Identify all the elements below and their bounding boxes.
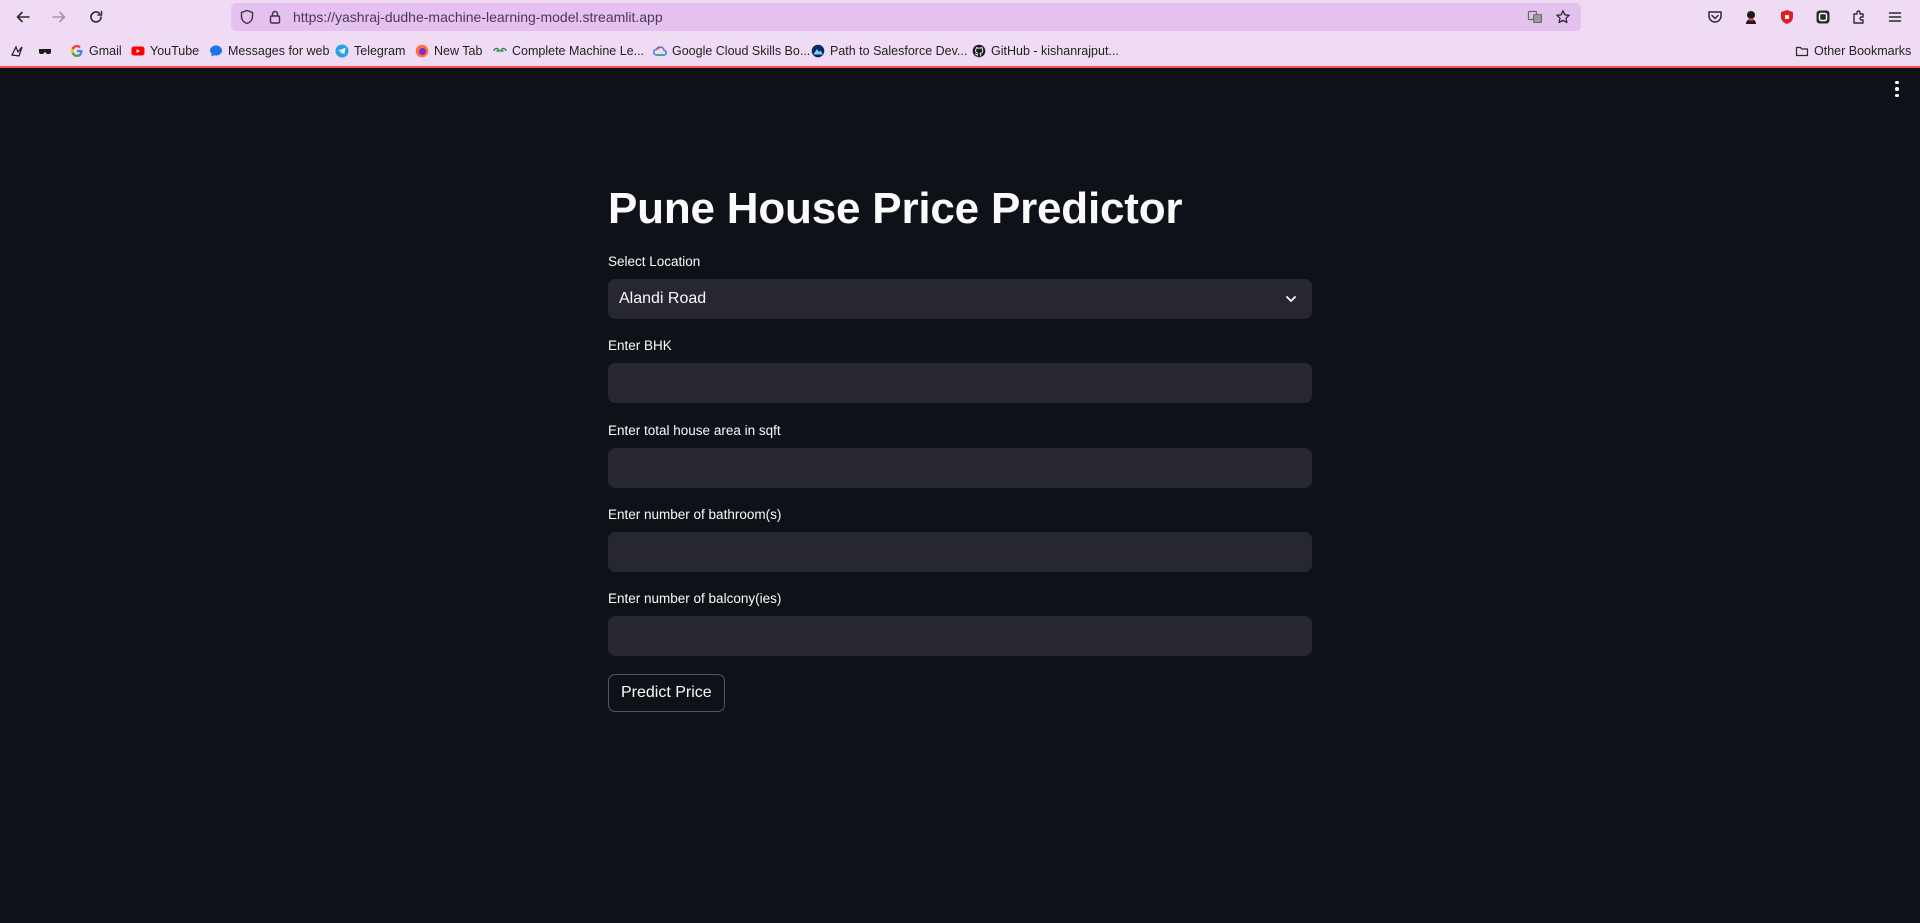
area-label: Enter total house area in sqft: [608, 423, 781, 438]
other-bookmarks[interactable]: Other Bookmarks: [1795, 41, 1911, 61]
bookmark-label: YouTube: [150, 44, 200, 58]
red-shield-extension-icon: [1781, 10, 1793, 24]
balconies-label: Enter number of balcony(ies): [608, 591, 782, 606]
navigation-toolbar: https://yashraj-dudhe-machine-learning-m…: [0, 0, 1920, 34]
back-button[interactable]: [11, 5, 35, 29]
telegram-icon: [335, 44, 349, 58]
bookmarks-toolbar: Gmail YouTube Messages for web Telegram …: [0, 38, 1920, 64]
bookmark-gmail[interactable]: Gmail: [70, 41, 122, 61]
bookmark-messages[interactable]: Messages for web: [209, 41, 329, 61]
area-field-container: [608, 448, 1312, 488]
google-g-icon: [71, 45, 83, 57]
trailhead-icon: [811, 44, 825, 58]
url-text[interactable]: https://yashraj-dudhe-machine-learning-m…: [293, 9, 663, 25]
bhk-label: Enter BHK: [608, 338, 672, 353]
bhk-field-container: [608, 363, 1312, 403]
puzzle-piece-icon: [1853, 10, 1864, 24]
balconies-input[interactable]: [608, 616, 1312, 656]
predict-price-button[interactable]: Predict Price: [608, 674, 725, 712]
bookmark-label: New Tab: [434, 44, 483, 58]
bookmark-mask[interactable]: [38, 41, 57, 61]
reload-icon: [90, 10, 103, 23]
tracking-protection-shield-icon[interactable]: [239, 9, 255, 25]
bhk-input[interactable]: [608, 363, 1312, 403]
bookmark-complete-ml[interactable]: Complete Machine Le...: [493, 41, 644, 61]
browser-chrome: https://yashraj-dudhe-machine-learning-m…: [0, 0, 1920, 68]
reload-button[interactable]: [84, 5, 108, 29]
extension-shield-button[interactable]: [1775, 5, 1799, 29]
bookmark-label: Complete Machine Le...: [512, 44, 645, 58]
bookmark-label: GitHub - kishanrajput...: [991, 44, 1119, 58]
kebab-menu-icon: [1895, 80, 1899, 85]
bookmark-youtube[interactable]: YouTube: [131, 41, 199, 61]
bookmark-star-icon[interactable]: [1555, 9, 1571, 25]
url-bar[interactable]: https://yashraj-dudhe-machine-learning-m…: [231, 3, 1581, 31]
bookmark-label: Path to Salesforce Dev...: [830, 44, 968, 58]
chevron-down-icon: [1286, 296, 1296, 302]
balconies-field-container: [608, 616, 1312, 656]
extensions-button[interactable]: [1847, 5, 1871, 29]
bookmark-label: Google Cloud Skills Bo...: [672, 44, 811, 58]
app-menu-button[interactable]: [1883, 5, 1907, 29]
bookmark-telegram[interactable]: Telegram: [335, 41, 405, 61]
streamlit-main-menu-button[interactable]: [1886, 78, 1908, 100]
forward-arrow-icon: [52, 11, 66, 23]
bookmark-label: Gmail: [89, 44, 122, 58]
extension-tabs-button[interactable]: [1811, 5, 1835, 29]
hamburger-menu-icon: [1888, 12, 1902, 22]
translate-icon[interactable]: [1527, 9, 1543, 25]
extension-incognito-button[interactable]: [1739, 5, 1763, 29]
folder-icon: [1795, 46, 1809, 57]
bookmark-sketch[interactable]: [10, 41, 29, 61]
bookmark-salesforce[interactable]: Path to Salesforce Dev...: [811, 41, 967, 61]
pocket-icon: [1708, 11, 1722, 23]
pocket-button[interactable]: [1703, 5, 1727, 29]
bathrooms-input[interactable]: [608, 532, 1312, 572]
bookmark-github[interactable]: GitHub - kishanrajput...: [972, 41, 1119, 61]
bookmark-label: Messages for web: [228, 44, 330, 58]
area-input[interactable]: [608, 448, 1312, 488]
bathrooms-label: Enter number of bathroom(s): [608, 507, 782, 522]
youtube-icon: [131, 46, 145, 56]
github-icon: [972, 44, 986, 58]
spy-extension-icon: [1746, 11, 1756, 24]
streamlit-app: Pune House Price Predictor Select Locati…: [0, 68, 1920, 923]
page-title: Pune House Price Predictor: [608, 184, 1183, 233]
firefox-icon: [415, 44, 429, 58]
bookmark-google-cloud[interactable]: Google Cloud Skills Bo...: [653, 41, 810, 61]
lock-icon[interactable]: [267, 9, 283, 25]
sketch-favicon-icon: [11, 45, 23, 57]
mask-favicon-icon: [39, 49, 51, 54]
bookmark-label: Telegram: [354, 44, 406, 58]
bathrooms-field-container: [608, 532, 1312, 572]
geeksforgeeks-icon: [493, 47, 507, 52]
other-bookmarks-label: Other Bookmarks: [1814, 44, 1912, 58]
back-arrow-icon: [16, 11, 30, 23]
location-select[interactable]: Alandi Road: [608, 279, 1312, 319]
location-selected-value: Alandi Road: [619, 290, 707, 307]
forward-button[interactable]: [47, 5, 71, 29]
google-cloud-icon: [653, 46, 667, 56]
location-label: Select Location: [608, 254, 701, 269]
messages-chat-icon: [210, 45, 222, 57]
bookmark-new-tab[interactable]: New Tab: [415, 41, 482, 61]
tab-manager-extension-icon: [1816, 10, 1830, 24]
